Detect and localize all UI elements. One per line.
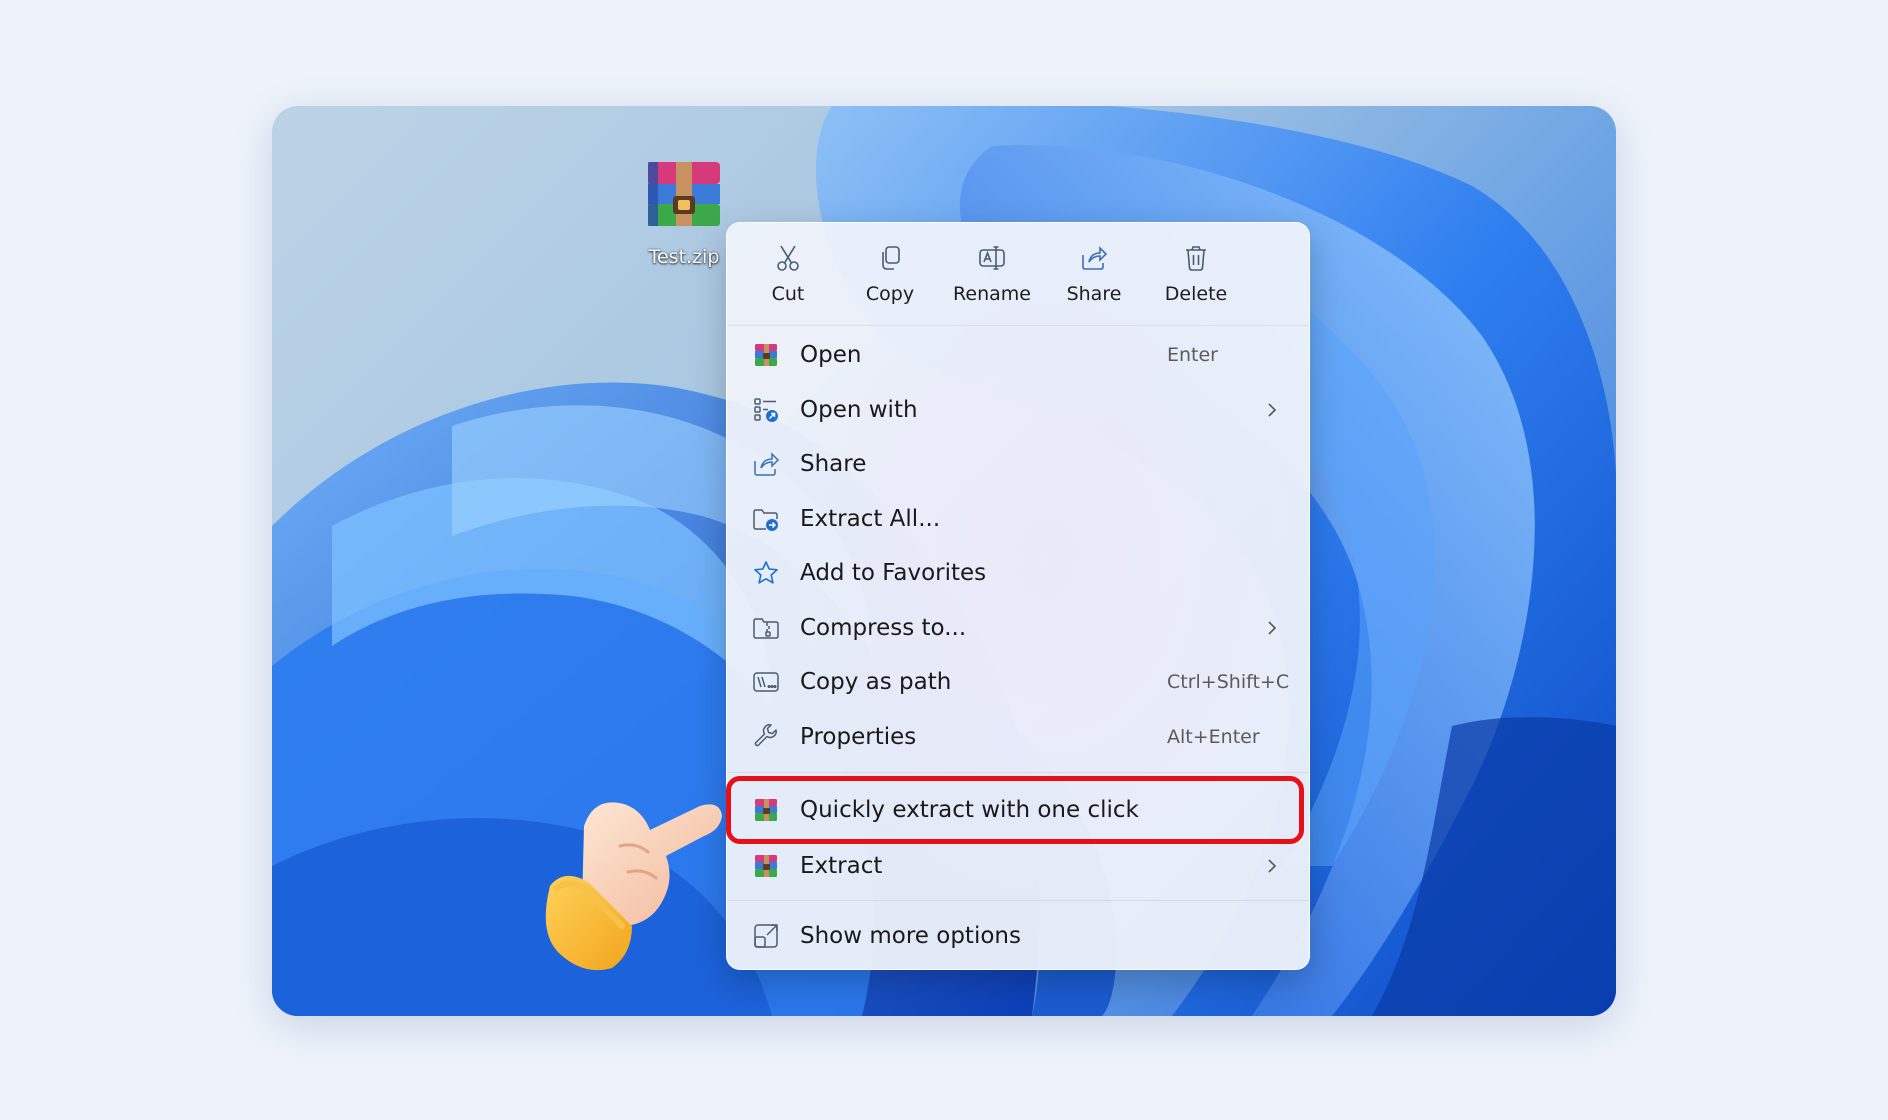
winrar-icon <box>755 344 777 367</box>
copy-button[interactable]: Copy <box>839 223 941 325</box>
cut-label: Cut <box>771 283 805 305</box>
extract-folder-icon <box>753 509 778 531</box>
shortcut-text: Enter <box>1167 344 1218 367</box>
menu-item-share[interactable]: Share <box>727 437 1309 492</box>
path-icon <box>753 672 779 692</box>
menu-item-label: Quickly extract with one click <box>800 797 1139 823</box>
menu-item-label: Extract <box>800 853 883 880</box>
menu-item-open[interactable]: Open Enter <box>727 328 1309 383</box>
winrar-icon <box>755 855 777 878</box>
delete-button[interactable]: Delete <box>1145 223 1247 325</box>
zip-folder-icon <box>753 618 779 639</box>
menu-divider <box>727 772 1309 773</box>
menu-item-label: Extract All... <box>800 505 941 532</box>
menu-item-label: Share <box>800 451 867 478</box>
menu-item-compress-to[interactable]: Compress to... <box>727 601 1309 656</box>
copy-icon <box>882 246 900 270</box>
scissors-icon <box>777 245 799 271</box>
quick-action-bar: Cut Copy Rename Share Delete <box>727 223 1309 326</box>
menu-item-label: Compress to... <box>800 614 967 641</box>
rename-button[interactable]: Rename <box>941 223 1043 325</box>
chevron-right-icon <box>1268 859 1277 873</box>
share-icon <box>1082 246 1108 270</box>
open-with-icon <box>754 398 778 422</box>
winrar-icon <box>755 799 777 821</box>
menu-item-label: Properties <box>800 723 917 750</box>
menu-item-label: Open <box>800 342 862 369</box>
copy-label: Copy <box>865 283 915 305</box>
menu-item-copy-as-path[interactable]: Copy as path Ctrl+Shift+C <box>727 655 1309 710</box>
menu-item-label: Copy as path <box>800 669 952 696</box>
pointing-hand-icon <box>545 802 722 971</box>
menu-item-label: Add to Favorites <box>800 560 987 587</box>
menu-divider <box>727 899 1309 901</box>
chevron-right-icon <box>1268 403 1277 417</box>
rename-label: Rename <box>953 283 1031 305</box>
wrench-icon <box>754 723 777 747</box>
chevron-right-icon <box>1268 621 1277 635</box>
menu-item-open-with[interactable]: Open with <box>727 383 1309 438</box>
trash-icon <box>1186 246 1206 271</box>
menu-item-add-to-favorites[interactable]: Add to Favorites <box>727 546 1309 601</box>
cut-button[interactable]: Cut <box>737 223 839 325</box>
menu-item-show-more-options[interactable]: Show more options <box>727 909 1309 964</box>
shortcut-text: Alt+Enter <box>1167 725 1260 748</box>
share-button[interactable]: Share <box>1043 223 1145 325</box>
share-icon <box>754 452 780 476</box>
show-more-icon <box>754 924 778 948</box>
rename-icon <box>979 246 1005 270</box>
winrar-archive-icon <box>648 162 720 226</box>
share-label: Share <box>1066 283 1122 305</box>
shortcut-text: Ctrl+Shift+C <box>1167 671 1290 694</box>
desktop-screen: Test.zip Cut Copy Rename Share Delete Op… <box>272 106 1616 1016</box>
menu-item-properties[interactable]: Properties Alt+Enter <box>727 710 1309 765</box>
delete-label: Delete <box>1164 283 1228 305</box>
menu-items: Open Enter Open with Share Extract All..… <box>726 326 1309 964</box>
menu-item-extract-all[interactable]: Extract All... <box>727 492 1309 547</box>
menu-item-extract[interactable]: Extract <box>727 839 1309 894</box>
menu-item-quickly-extract[interactable]: Quickly extract with one click <box>726 776 1309 844</box>
context-menu: Cut Copy Rename Share Delete Open Enter … <box>726 222 1310 970</box>
menu-item-label: Open with <box>800 396 918 423</box>
desktop-file-testzip[interactable]: Test.zip <box>636 158 732 268</box>
star-icon <box>754 561 778 584</box>
desktop-file-name: Test.zip <box>648 246 720 268</box>
menu-item-label: Show more options <box>800 922 1021 949</box>
